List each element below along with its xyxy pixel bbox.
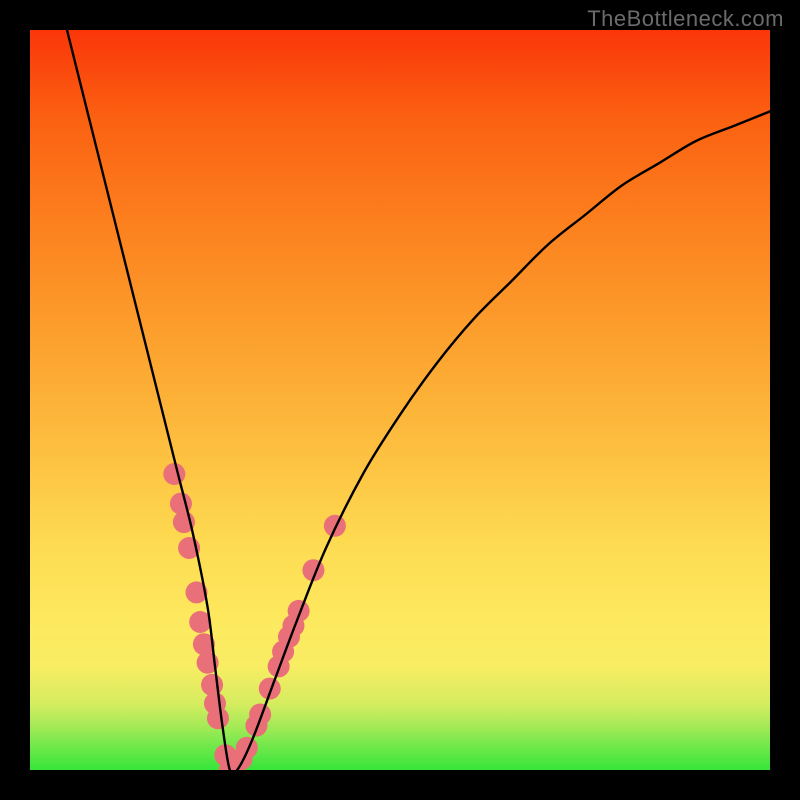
data-marker bbox=[207, 707, 229, 729]
data-marker bbox=[324, 515, 346, 537]
data-marker bbox=[201, 674, 223, 696]
marker-layer bbox=[163, 463, 346, 770]
bottleneck-curve bbox=[67, 30, 770, 770]
bottleneck-chart-svg bbox=[30, 30, 770, 770]
data-marker bbox=[236, 737, 258, 759]
chart-frame: TheBottleneck.com bbox=[0, 0, 800, 800]
watermark-text: TheBottleneck.com bbox=[587, 6, 784, 32]
plot-area bbox=[30, 30, 770, 770]
data-marker bbox=[163, 463, 185, 485]
